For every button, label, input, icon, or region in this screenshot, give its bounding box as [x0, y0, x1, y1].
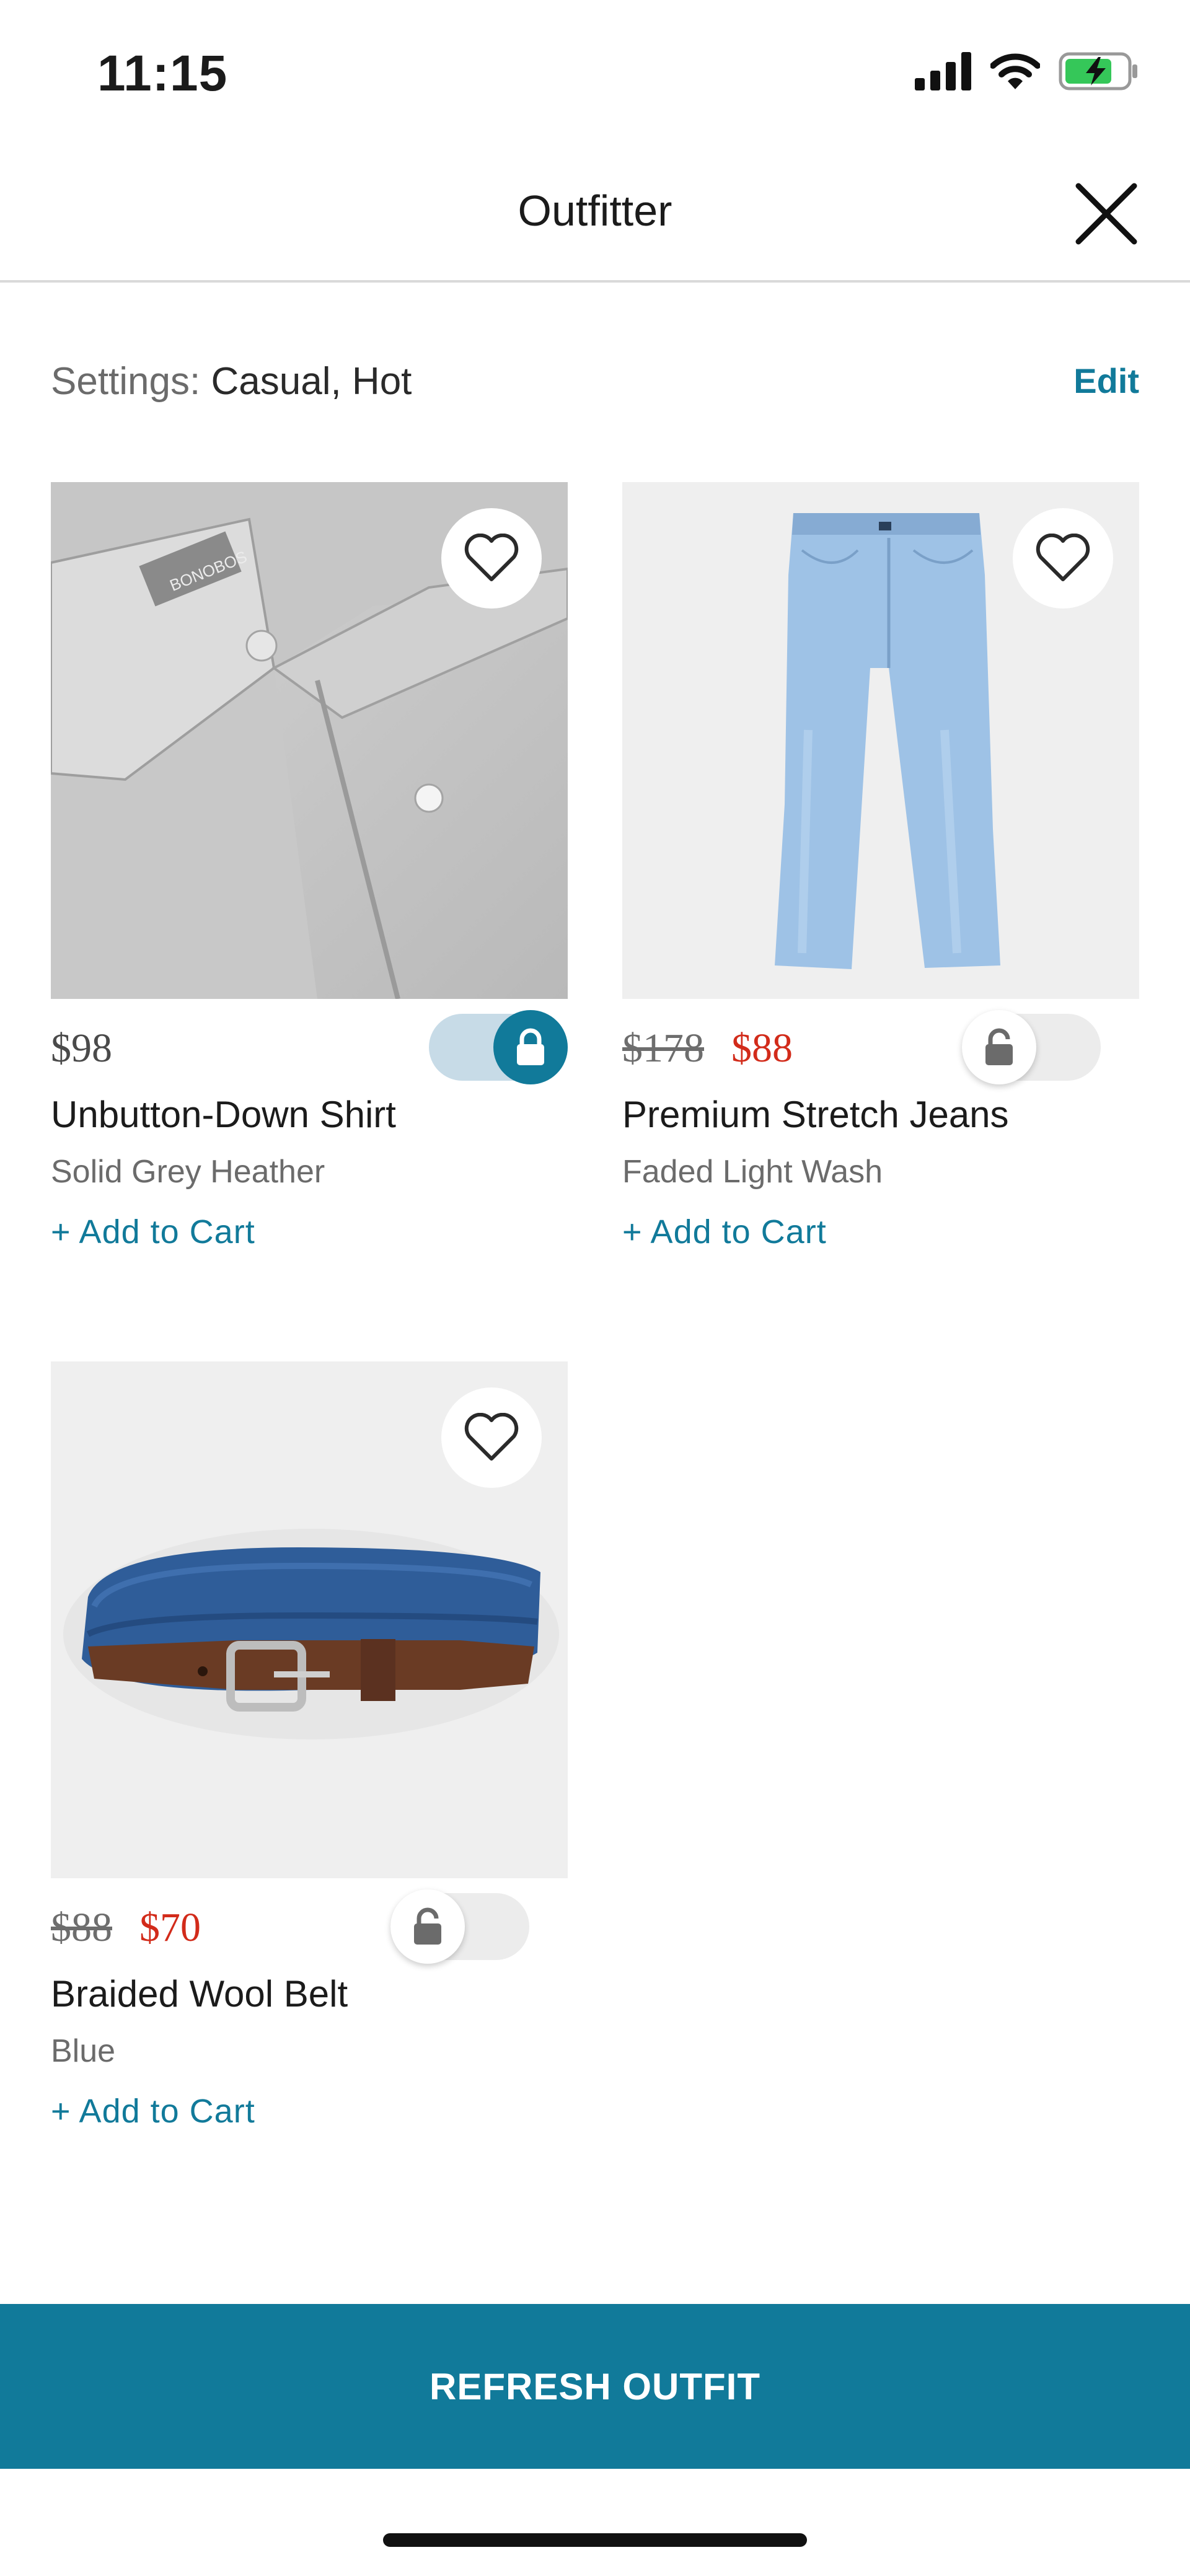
product-name[interactable]: Braided Wool Belt	[51, 1972, 568, 2015]
product-image-shirt[interactable]: BONOBOS	[51, 482, 568, 999]
wifi-icon	[990, 52, 1041, 94]
heart-icon	[464, 534, 519, 581]
product-variant: Blue	[51, 2033, 116, 2069]
regular-price: $98	[51, 1026, 112, 1071]
cellular-signal-icon	[915, 51, 972, 94]
battery-icon	[1059, 52, 1139, 94]
status-icons	[915, 51, 1139, 94]
settings-summary: Settings: Casual, Hot	[51, 359, 412, 403]
price-row: $88 $70	[51, 1889, 568, 1965]
favorite-button-jeans[interactable]	[1013, 508, 1113, 609]
header-bar: Outfitter	[0, 143, 1190, 283]
heart-icon	[464, 1413, 519, 1461]
product-image-jeans[interactable]	[622, 482, 1139, 999]
lock-open-icon	[414, 1907, 441, 1945]
add-to-cart-link[interactable]: + Add to Cart	[51, 1213, 568, 1251]
status-time: 11:15	[97, 45, 228, 102]
product-variant: Faded Light Wash	[622, 1154, 883, 1190]
lock-closed-icon	[517, 1028, 544, 1065]
product-image-belt[interactable]	[51, 1361, 568, 1878]
page-title: Outfitter	[518, 187, 672, 235]
price: $178 $88	[622, 1025, 793, 1072]
lock-toggle-jeans[interactable]	[962, 1010, 1101, 1084]
original-price: $88	[51, 1905, 112, 1950]
lock-knob	[493, 1010, 568, 1084]
product-name[interactable]: Premium Stretch Jeans	[622, 1093, 1139, 1136]
price-row: $98	[51, 1010, 568, 1086]
close-button[interactable]	[1072, 180, 1140, 248]
lock-knob	[962, 1010, 1036, 1084]
favorite-button-belt[interactable]	[441, 1387, 542, 1488]
lock-toggle-shirt[interactable]	[429, 1010, 568, 1084]
product-card-belt[interactable]: $88 $70 Braided Wool Belt Blue + Add to C…	[51, 1361, 568, 2130]
product-card-shirt[interactable]: BONOBOS $98 Unbutton-Down Shirt Solid Gr…	[51, 482, 568, 1251]
price: $88 $70	[51, 1904, 201, 1951]
refresh-outfit-button[interactable]: REFRESH OUTFIT	[0, 2304, 1190, 2469]
sale-price: $88	[731, 1026, 793, 1071]
settings-label: Settings:	[51, 360, 201, 403]
home-indicator[interactable]	[383, 2533, 807, 2547]
favorite-button-shirt[interactable]	[441, 508, 542, 609]
product-card-jeans[interactable]: $178 $88 Premium Stretch Jeans Faded Ligh…	[622, 482, 1139, 1251]
sale-price: $70	[139, 1905, 201, 1950]
edit-settings-link[interactable]: Edit	[1073, 361, 1139, 401]
lock-open-icon	[985, 1028, 1013, 1065]
heart-icon	[1036, 534, 1090, 581]
add-to-cart-link[interactable]: + Add to Cart	[51, 2092, 568, 2130]
original-price: $178	[622, 1026, 704, 1071]
close-icon	[1075, 183, 1137, 245]
lock-knob	[390, 1889, 465, 1964]
add-to-cart-link[interactable]: + Add to Cart	[622, 1213, 1139, 1251]
lock-toggle-belt[interactable]	[390, 1889, 529, 1964]
product-variant: Solid Grey Heather	[51, 1154, 325, 1190]
product-name[interactable]: Unbutton-Down Shirt	[51, 1093, 568, 1136]
price: $98	[51, 1025, 112, 1072]
settings-value: Casual, Hot	[211, 360, 412, 403]
price-row: $178 $88	[622, 1010, 1139, 1086]
